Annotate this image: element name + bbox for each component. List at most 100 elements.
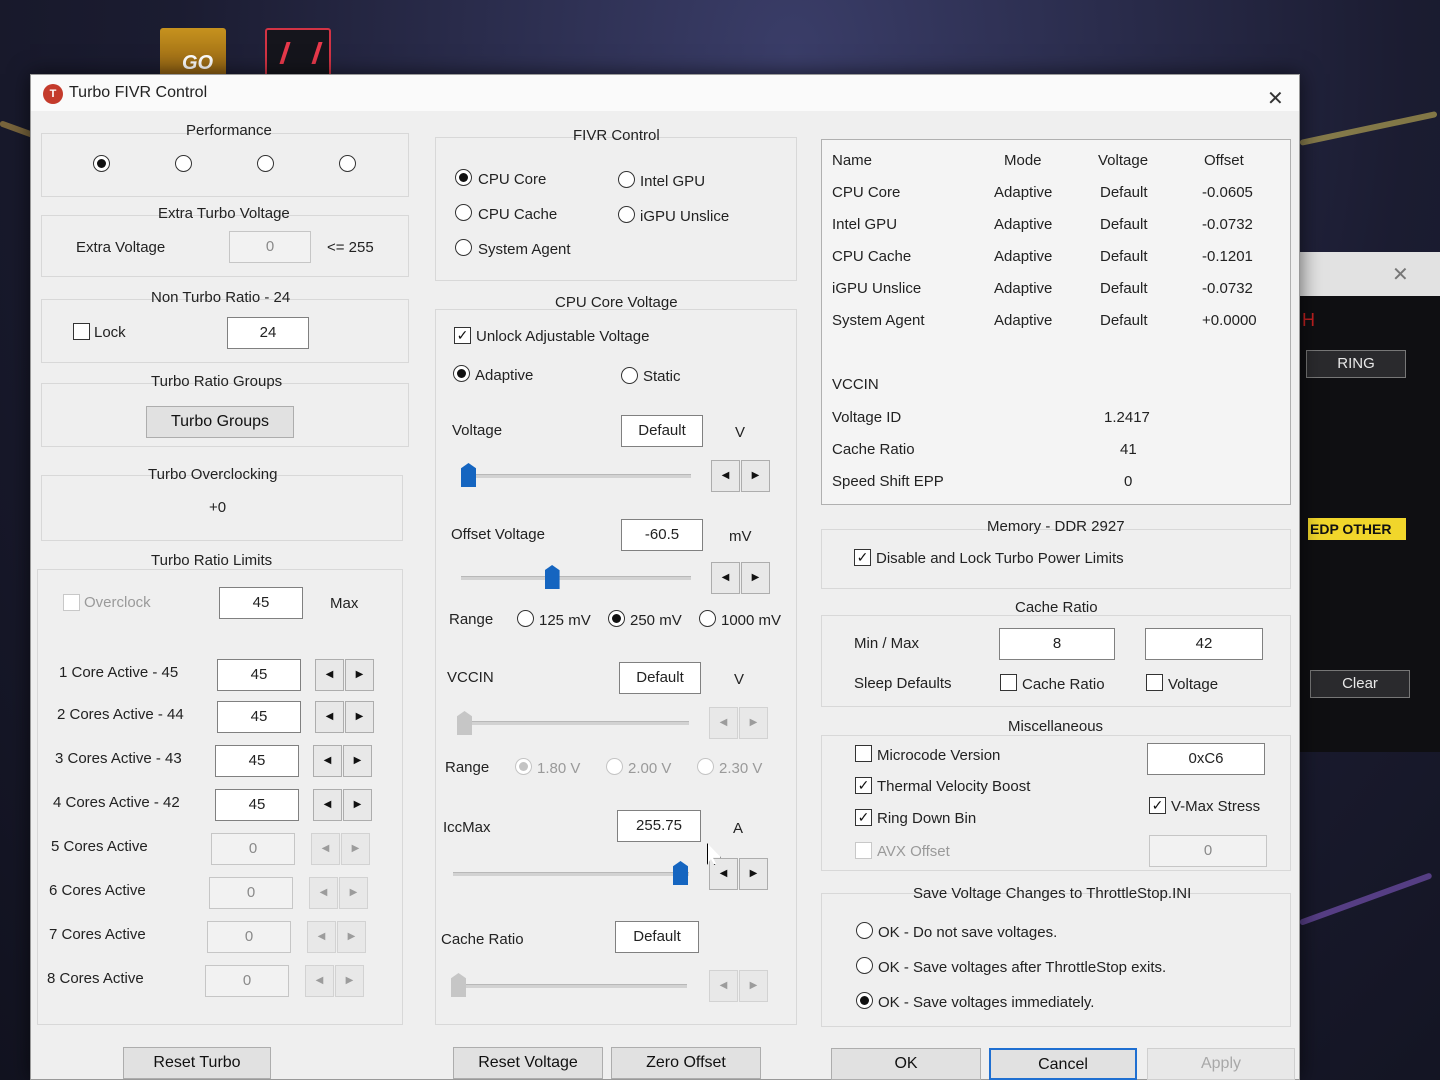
decrement-icon[interactable]: ◀ [709, 707, 738, 739]
increment-icon[interactable]: ▶ [335, 965, 364, 997]
save-option-3-radio[interactable] [856, 992, 873, 1009]
decrement-icon[interactable]: ◀ [711, 562, 740, 594]
reset-voltage-button[interactable]: Reset Voltage [453, 1047, 603, 1079]
increment-icon[interactable]: ▶ [739, 858, 768, 890]
decrement-icon[interactable]: ◀ [711, 460, 740, 492]
iccmax-stepper[interactable]: ◀ ▶ [709, 858, 771, 890]
ok-button[interactable]: OK [831, 1048, 981, 1080]
vccin-stepper[interactable]: ◀ ▶ [709, 707, 771, 739]
offset-stepper[interactable]: ◀ ▶ [711, 562, 773, 594]
decrement-icon[interactable]: ◀ [309, 877, 338, 909]
voltage-stepper[interactable]: ◀ ▶ [711, 460, 773, 492]
sleep-cache-ratio-checkbox[interactable] [1000, 674, 1017, 691]
turbo-row-field[interactable]: 45 [215, 745, 299, 777]
vccin-200-radio[interactable] [606, 758, 623, 775]
fivr-igpu-unslice-radio[interactable] [618, 206, 635, 223]
overclock-max-field[interactable]: 45 [219, 587, 303, 619]
decrement-icon[interactable]: ◀ [313, 745, 342, 777]
save-option-2-radio[interactable] [856, 957, 873, 974]
decrement-icon[interactable]: ◀ [315, 659, 344, 691]
range-250-radio[interactable] [608, 610, 625, 627]
turbo-row-field[interactable]: 0 [205, 965, 289, 997]
decrement-icon[interactable]: ◀ [709, 970, 738, 1002]
turbo-row-stepper[interactable]: ◀ ▶ [313, 789, 375, 821]
range-1000-radio[interactable] [699, 610, 716, 627]
turbo-row-field[interactable]: 45 [215, 789, 299, 821]
cache-ratio-slider-track[interactable] [451, 984, 687, 988]
increment-icon[interactable]: ▶ [345, 659, 374, 691]
performance-radio-2[interactable] [175, 155, 192, 172]
ring-button[interactable]: RING [1306, 350, 1406, 378]
microcode-field[interactable]: 0xC6 [1147, 743, 1265, 775]
cache-ratio-voltage-field[interactable]: Default [615, 921, 699, 953]
microcode-checkbox[interactable] [855, 745, 872, 762]
fivr-intel-gpu-radio[interactable] [618, 171, 635, 188]
range-125-radio[interactable] [517, 610, 534, 627]
performance-radio-3[interactable] [257, 155, 274, 172]
turbo-groups-button[interactable]: Turbo Groups [146, 406, 294, 438]
unlock-voltage-checkbox[interactable]: ✓ [454, 327, 471, 344]
iccmax-field[interactable]: 255.75 [617, 810, 701, 842]
increment-icon[interactable]: ▶ [741, 460, 770, 492]
vccin-field[interactable]: Default [619, 662, 701, 694]
increment-icon[interactable]: ▶ [741, 562, 770, 594]
performance-radio-1[interactable] [93, 155, 110, 172]
increment-icon[interactable]: ▶ [337, 921, 366, 953]
disable-lock-checkbox[interactable]: ✓ [854, 549, 871, 566]
cancel-button[interactable]: Cancel [989, 1048, 1137, 1080]
vccin-slider-track[interactable] [457, 721, 689, 725]
decrement-icon[interactable]: ◀ [311, 833, 340, 865]
decrement-icon[interactable]: ◀ [305, 965, 334, 997]
fivr-cpu-cache-radio[interactable] [455, 204, 472, 221]
clear-button[interactable]: Clear [1310, 670, 1410, 698]
apply-button[interactable]: Apply [1147, 1048, 1295, 1080]
fivr-system-agent-radio[interactable] [455, 239, 472, 256]
vccin-180-radio[interactable] [515, 758, 532, 775]
turbo-row-field[interactable]: 0 [207, 921, 291, 953]
ring-down-checkbox[interactable]: ✓ [855, 809, 872, 826]
increment-icon[interactable]: ▶ [343, 745, 372, 777]
increment-icon[interactable]: ▶ [739, 970, 768, 1002]
overclock-checkbox[interactable] [63, 594, 80, 611]
turbo-row-stepper[interactable]: ◀ ▶ [313, 745, 375, 777]
increment-icon[interactable]: ▶ [345, 701, 374, 733]
turbo-row-stepper[interactable]: ◀ ▶ [315, 659, 377, 691]
voltage-field[interactable]: Default [621, 415, 703, 447]
voltage-slider-track[interactable] [461, 474, 691, 478]
csgo-desktop-icon[interactable]: GO [160, 28, 226, 78]
increment-icon[interactable]: ▶ [343, 789, 372, 821]
turbo-row-field[interactable]: 0 [209, 877, 293, 909]
static-radio[interactable] [621, 367, 638, 384]
turbo-row-stepper[interactable]: ◀ ▶ [315, 701, 377, 733]
close-icon[interactable]: ✕ [1267, 89, 1284, 109]
decrement-icon[interactable]: ◀ [307, 921, 336, 953]
extra-voltage-field[interactable]: 0 [229, 231, 311, 263]
lock-checkbox[interactable] [73, 323, 90, 340]
offset-slider-track[interactable] [461, 576, 691, 580]
cache-ratio-stepper[interactable]: ◀ ▶ [709, 970, 771, 1002]
sleep-voltage-checkbox[interactable] [1146, 674, 1163, 691]
turbo-row-stepper[interactable]: ◀ ▶ [305, 965, 367, 997]
turbo-row-field[interactable]: 0 [211, 833, 295, 865]
turbo-row-stepper[interactable]: ◀ ▶ [311, 833, 373, 865]
adaptive-radio[interactable] [453, 365, 470, 382]
vccin-230-radio[interactable] [697, 758, 714, 775]
tvb-checkbox[interactable]: ✓ [855, 777, 872, 794]
reset-turbo-button[interactable]: Reset Turbo [123, 1047, 271, 1079]
turbo-row-stepper[interactable]: ◀ ▶ [309, 877, 371, 909]
increment-icon[interactable]: ▶ [739, 707, 768, 739]
fivr-cpu-core-radio[interactable] [455, 169, 472, 186]
performance-radio-4[interactable] [339, 155, 356, 172]
save-option-1-radio[interactable] [856, 922, 873, 939]
avx-offset-checkbox[interactable] [855, 842, 872, 859]
turbo-row-field[interactable]: 45 [217, 659, 301, 691]
offset-voltage-field[interactable]: -60.5 [621, 519, 703, 551]
avx-offset-field[interactable]: 0 [1149, 835, 1267, 867]
cache-max-field[interactable]: 42 [1145, 628, 1263, 660]
turbo-row-stepper[interactable]: ◀ ▶ [307, 921, 369, 953]
increment-icon[interactable]: ▶ [341, 833, 370, 865]
cache-min-field[interactable]: 8 [999, 628, 1115, 660]
valorant-desktop-icon[interactable] [265, 28, 331, 78]
decrement-icon[interactable]: ◀ [315, 701, 344, 733]
increment-icon[interactable]: ▶ [339, 877, 368, 909]
